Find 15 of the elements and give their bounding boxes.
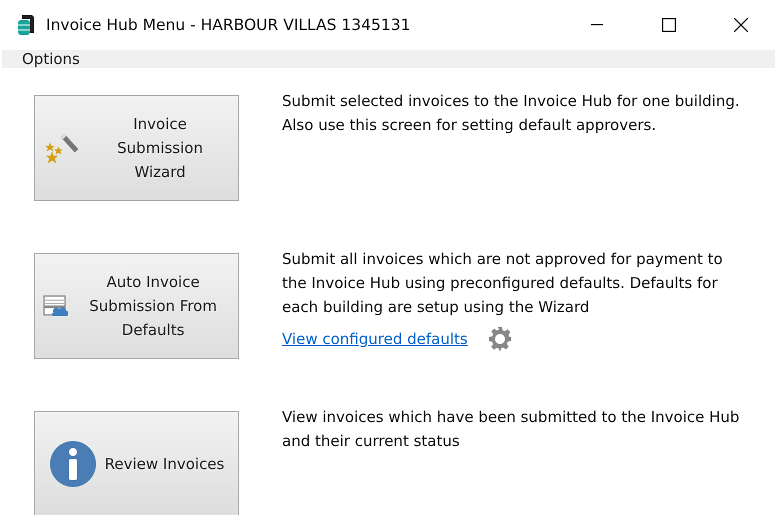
app-icon bbox=[16, 14, 36, 36]
minimize-icon bbox=[591, 24, 603, 26]
action-button[interactable]: Invoice Submission Wizard bbox=[34, 95, 239, 201]
close-icon bbox=[734, 18, 748, 32]
menu-item[interactable]: Options bbox=[14, 50, 88, 68]
description-text: Submit selected invoices to the Invoice Hub for one building. Also use this screen for setting default approvers. bbox=[282, 91, 741, 136]
action-button[interactable]: Review Invoices bbox=[34, 411, 239, 515]
info-icon bbox=[48, 440, 97, 488]
action-button[interactable]: Auto Invoice Submission From Defaults bbox=[34, 253, 239, 359]
window-title: Invoice Hub Menu - HARBOUR VILLAS 1345131 bbox=[46, 16, 412, 34]
settings-icon[interactable] bbox=[488, 327, 512, 351]
defaults-link[interactable]: View configured defaults bbox=[282, 330, 468, 348]
maximize-icon bbox=[662, 18, 676, 32]
description-text: Submit all invoices which are not approved for payment to the Invoice Hub using preconfigured defaults. Defaults for each building are setup using the Wizard bbox=[282, 249, 724, 318]
description-text: View invoices which have been submitted to the Invoice Hub and their current status bbox=[282, 407, 740, 452]
